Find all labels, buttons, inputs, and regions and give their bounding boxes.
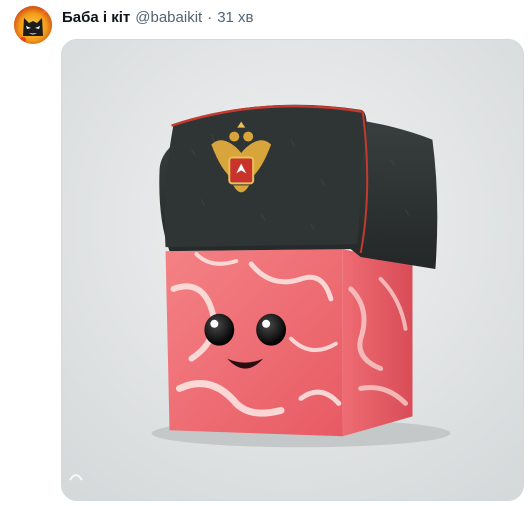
timestamp[interactable]: 31 хв (217, 9, 253, 26)
cat-mask-avatar-icon (14, 6, 52, 44)
tweet-header: Баба і кіт @babaikit · 31 хв (62, 9, 254, 26)
separator-dot: · (207, 9, 213, 26)
author-handle[interactable]: @babaikit (135, 9, 202, 26)
author-name[interactable]: Баба і кіт (62, 9, 130, 26)
meat-cube-with-ushanka-illustration (62, 40, 523, 500)
tweet-media-image[interactable] (61, 39, 524, 501)
tweet-card[interactable]: Баба і кіт @babaikit · 31 хв (0, 0, 529, 506)
author-avatar[interactable] (14, 6, 52, 44)
